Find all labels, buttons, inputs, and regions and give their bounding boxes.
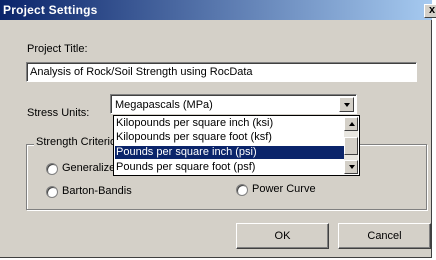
dropdown-item-psf[interactable]: Pounds per square foot (psf) — [115, 161, 344, 174]
stress-units-dropdown-list[interactable]: Kilopounds per square inch (ksi) Kilopou… — [113, 115, 360, 176]
radio-label-barton-bandis: Barton-Bandis — [62, 185, 132, 197]
scroll-down-icon[interactable] — [344, 160, 358, 174]
radio-generalized-hoek-brown[interactable] — [46, 163, 58, 175]
window-title: Project Settings — [3, 3, 98, 17]
project-title-label: Project Title: — [27, 43, 88, 55]
dropdown-scrollbar[interactable] — [344, 117, 358, 174]
chevron-down-icon[interactable] — [339, 97, 354, 112]
project-title-value: Analysis of Rock/Soil Strength using Roc… — [30, 66, 253, 78]
dropdown-item-psi[interactable]: Pounds per square inch (psi) — [115, 146, 344, 159]
radio-power-curve[interactable] — [236, 184, 248, 196]
cancel-button[interactable]: Cancel — [338, 223, 431, 249]
radio-barton-bandis[interactable] — [46, 186, 58, 198]
stress-units-label: Stress Units: — [27, 107, 90, 119]
stress-units-select[interactable]: Megapascals (MPa) — [110, 94, 357, 114]
close-icon[interactable]: x — [424, 4, 436, 18]
dropdown-item-ksi[interactable]: Kilopounds per square inch (ksi) — [115, 117, 344, 130]
ok-button[interactable]: OK — [236, 223, 329, 249]
project-settings-dialog: Project Settings x Project Title: Analys… — [0, 0, 436, 258]
stress-units-value: Megapascals (MPa) — [115, 99, 213, 111]
dropdown-item-ksf[interactable]: Kilopounds per square foot (ksf) — [115, 131, 344, 144]
radio-label-power-curve: Power Curve — [252, 183, 316, 195]
project-title-input[interactable]: Analysis of Rock/Soil Strength using Roc… — [26, 62, 417, 82]
scrollbar-thumb[interactable] — [344, 137, 358, 155]
scroll-up-icon[interactable] — [344, 117, 358, 131]
strength-criterion-label: Strength Criterion — [34, 136, 125, 148]
title-bar[interactable]: Project Settings x — [0, 0, 436, 20]
